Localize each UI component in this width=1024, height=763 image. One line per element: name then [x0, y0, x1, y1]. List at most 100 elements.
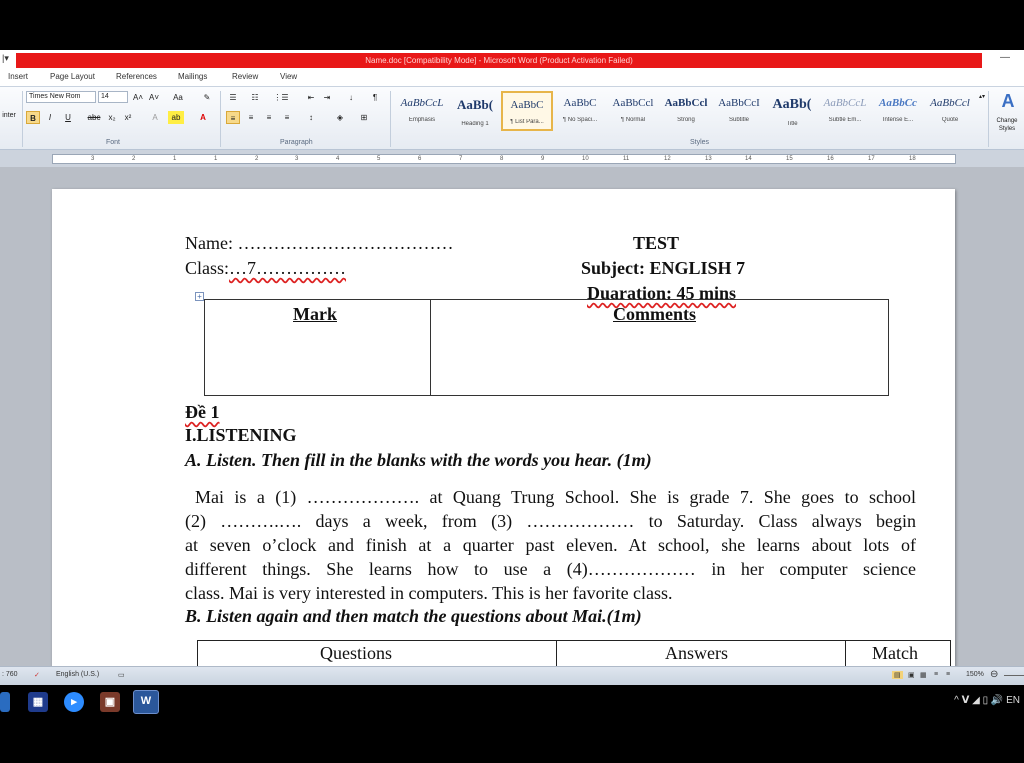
grow-font-icon[interactable]: A˄ — [132, 91, 144, 104]
styles-scroll-icon[interactable]: ▴▾ — [978, 91, 986, 104]
mark-comments-table[interactable]: Mark Comments — [204, 299, 889, 396]
line-spacing-icon[interactable]: ↕ — [304, 111, 318, 124]
ruler-number: 16 — [827, 156, 834, 162]
ruler-number: 3 — [295, 156, 299, 162]
ruler-number: 12 — [664, 156, 671, 162]
style-no-spacing[interactable]: AaBbC ¶ No Spaci... — [554, 91, 606, 131]
text-effects-icon[interactable]: A — [148, 111, 162, 124]
show-marks-icon[interactable]: ¶ — [368, 91, 382, 104]
quick-access-toolbar-icon[interactable]: |▾ — [2, 53, 12, 65]
clear-format-icon[interactable]: ✎ — [200, 91, 214, 104]
tab-references[interactable]: References — [116, 72, 157, 81]
justify-button[interactable]: ≡ — [280, 111, 294, 124]
ribbon: inter Times New Rom 14 A˄ A˅ Aa ✎ B I U … — [0, 86, 1024, 150]
font-color-icon[interactable]: A — [196, 111, 210, 124]
system-tray[interactable]: ^ 𝗩 ◢ ▯ 🔊 EN — [954, 695, 1020, 706]
match-header: Match — [872, 643, 918, 663]
tab-insert[interactable]: Insert — [8, 72, 28, 81]
subject-line: Subject: ENGLISH 7 — [581, 258, 746, 278]
subscript-button[interactable]: x₂ — [106, 111, 118, 124]
explorer-icon[interactable] — [0, 692, 10, 712]
group-separator — [22, 91, 23, 147]
bullets-icon[interactable]: ☰ — [226, 91, 240, 104]
sort-icon[interactable]: ↓ — [344, 91, 358, 104]
class-label: Class: — [185, 258, 230, 278]
web-layout-view-icon[interactable]: ▦ — [920, 671, 927, 679]
ruler-number: 9 — [541, 156, 545, 162]
multilevel-list-icon[interactable]: ⋮☰ — [272, 91, 290, 104]
strikethrough-button[interactable]: abc — [86, 111, 102, 124]
paragraph-line: at seven o’clock and finish at a quarter… — [185, 535, 916, 555]
questions-table[interactable]: Questions Answers Match — [197, 640, 951, 666]
align-center-button[interactable]: ≡ — [244, 111, 258, 124]
group-paragraph-label: Paragraph — [280, 139, 313, 146]
task-a-instruction: A. Listen. Then fill in the blanks with … — [185, 450, 652, 470]
media-icon[interactable]: ▣ — [100, 692, 120, 712]
ribbon-tabs: Insert Page Layout References Mailings R… — [0, 70, 1024, 86]
style-list-paragraph[interactable]: AaBbC ¶ List Para... — [501, 91, 553, 131]
italic-button[interactable]: I — [44, 111, 56, 124]
document-page[interactable]: Name: ……………………………… Class:…7…………… TEST Su… — [52, 189, 955, 666]
style-normal[interactable]: AaBbCcl ¶ Normal — [607, 91, 659, 131]
style-emphasis[interactable]: AaBbCcL Emphasis — [396, 91, 448, 131]
outline-view-icon[interactable]: ≡ — [934, 671, 938, 678]
shading-icon[interactable]: ◈ — [332, 111, 348, 124]
change-styles-icon[interactable]: A — [994, 91, 1022, 111]
ruler-number: 5 — [377, 156, 381, 162]
tab-view[interactable]: View — [280, 72, 297, 81]
style-subtitle[interactable]: AaBbCcI Subtitle — [713, 91, 765, 131]
macro-record-icon[interactable]: ▭ — [118, 671, 125, 679]
shrink-font-icon[interactable]: A˅ — [148, 91, 160, 104]
style-subtle-emphasis[interactable]: AaBbCcL Subtle Em... — [819, 91, 871, 131]
print-layout-view-icon[interactable]: ▤ — [892, 671, 903, 679]
ruler-number: 11 — [623, 156, 630, 162]
minimize-button[interactable]: — — [996, 52, 1014, 66]
de-heading: Đề 1 — [185, 402, 220, 422]
ruler-number: 10 — [582, 156, 589, 162]
zoom-out-icon[interactable]: ⊖ — [990, 669, 998, 680]
section-heading: I.LISTENING — [185, 425, 297, 445]
word-icon[interactable]: W — [133, 690, 159, 714]
style-strong[interactable]: AaBbCcl Strong — [660, 91, 712, 131]
bold-button[interactable]: B — [26, 111, 40, 124]
style-name: Subtle Em... — [828, 117, 862, 123]
numbering-icon[interactable]: ☷ — [248, 91, 262, 104]
style-quote[interactable]: AaBbCcl Quote — [925, 91, 975, 131]
style-name: Title — [786, 121, 798, 127]
tab-review[interactable]: Review — [232, 72, 258, 81]
highlight-icon[interactable]: ab — [168, 111, 184, 124]
table-move-handle-icon[interactable]: + — [195, 292, 204, 301]
font-name-select[interactable]: Times New Rom — [26, 91, 96, 103]
answers-header: Answers — [665, 643, 728, 663]
borders-icon[interactable]: ⊞ — [356, 111, 372, 124]
style-name: Subtitle — [728, 117, 749, 123]
app-icon[interactable]: ▦ — [28, 692, 48, 712]
style-name: Heading 1 — [461, 121, 489, 127]
style-intense-emphasis[interactable]: AaBbCc Intense E... — [872, 91, 924, 131]
style-heading-1[interactable]: AaBb(Heading 1 — [449, 91, 501, 131]
change-case-icon[interactable]: Aa — [170, 91, 186, 104]
proofing-icon[interactable]: ✓ — [34, 671, 40, 679]
style-name: Intense E... — [882, 117, 914, 123]
tab-mailings[interactable]: Mailings — [178, 72, 207, 81]
draft-view-icon[interactable]: ≡ — [946, 671, 950, 678]
zoom-icon[interactable]: ▸ — [64, 692, 84, 712]
align-right-button[interactable]: ≡ — [262, 111, 276, 124]
style-title[interactable]: AaBb(Title — [766, 91, 818, 131]
underline-button[interactable]: U — [62, 111, 74, 124]
tab-page-layout[interactable]: Page Layout — [50, 72, 95, 81]
ruler-number: 8 — [500, 156, 504, 162]
language-indicator[interactable]: English (U.S.) — [56, 671, 99, 678]
zoom-level[interactable]: 150% — [966, 671, 984, 678]
align-left-button[interactable]: ≡ — [226, 111, 240, 124]
full-screen-view-icon[interactable]: ▣ — [908, 671, 915, 679]
zoom-slider[interactable] — [1004, 675, 1024, 676]
font-size-select[interactable]: 14 — [98, 91, 128, 103]
change-styles-button[interactable]: Change Styles — [990, 117, 1024, 132]
decrease-indent-icon[interactable]: ⇤ — [304, 91, 318, 104]
horizontal-ruler[interactable]: 3 2 1 1 2 3 4 5 6 7 8 9 10 11 12 13 14 15 16 17 18 — [52, 154, 956, 164]
task-b-instruction: B. Listen again and then match the quest… — [185, 606, 642, 626]
superscript-button[interactable]: x² — [122, 111, 134, 124]
word-count[interactable]: : 760 — [2, 671, 18, 678]
increase-indent-icon[interactable]: ⇥ — [320, 91, 334, 104]
